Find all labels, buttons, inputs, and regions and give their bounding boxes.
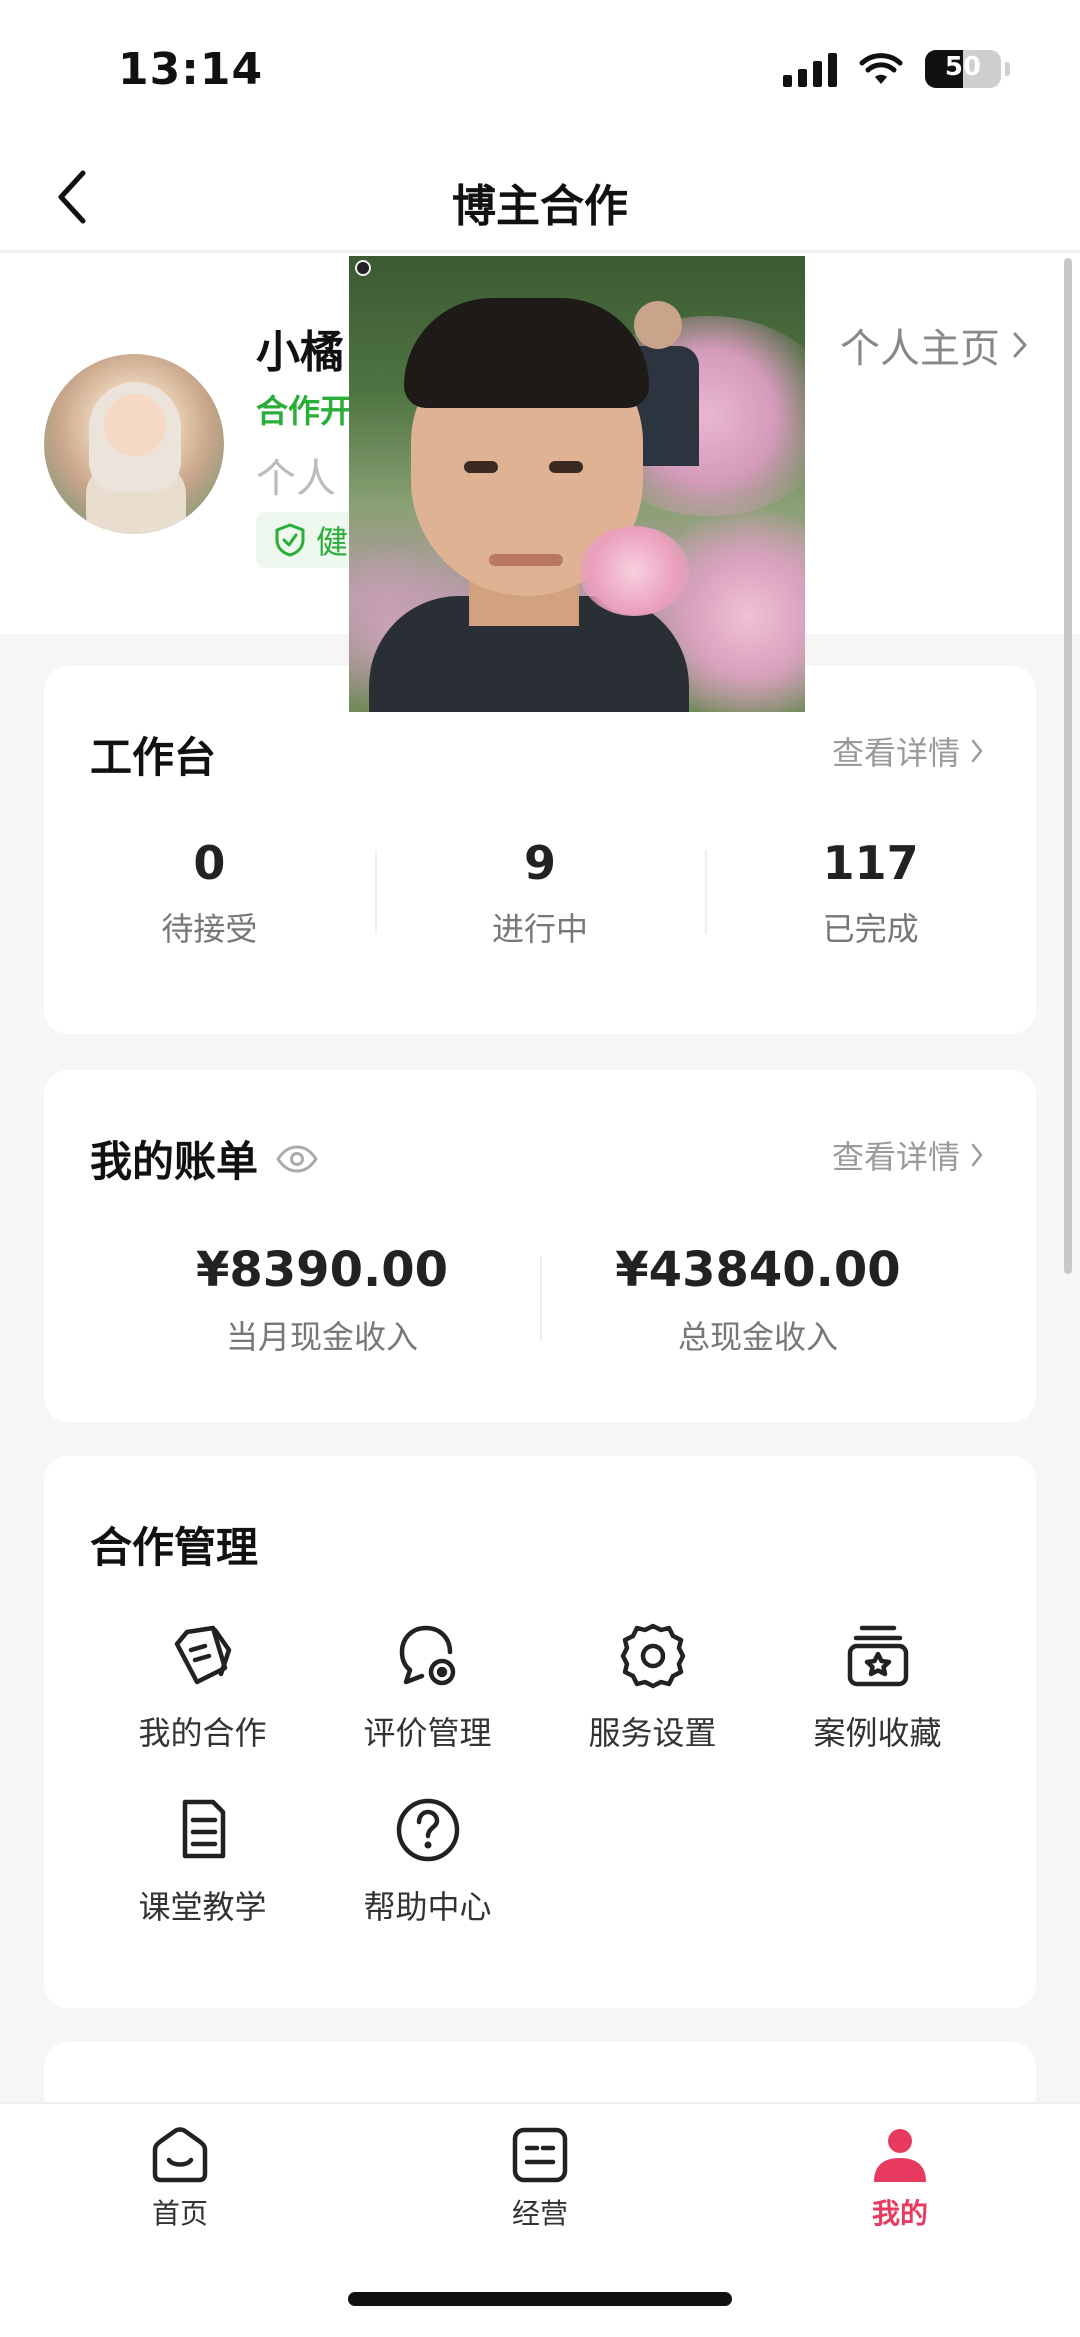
bill-figures: ¥8390.00 当月现金收入 ¥43840.00 总现金收入: [44, 1242, 1036, 1362]
service-settings-button[interactable]: 服务设置: [540, 1616, 765, 1754]
document-icon: [182, 1799, 225, 1859]
grid-label: 案例收藏: [813, 1714, 942, 1752]
cooperation-management-card: 合作管理 我的合作 评价管理 服务设置 案例收藏 课堂教学 帮助中心: [44, 1456, 1036, 2008]
cellular-signal-icon: [783, 51, 837, 87]
stat-value: 117: [822, 836, 919, 890]
personal-homepage-label: 个人主页: [840, 326, 1000, 372]
workbench-card: 工作台 查看详情 0 待接受 9 进行中 117 已完成: [44, 666, 1036, 1034]
tab-mine[interactable]: 我的: [800, 2124, 1000, 2232]
bill-value: ¥43840.00: [615, 1242, 901, 1298]
help-circle-icon: [396, 1798, 459, 1862]
person-icon: [874, 2129, 926, 2182]
workbench-detail-label: 查看详情: [831, 734, 960, 772]
bill-title-row: 我的账单: [90, 1128, 318, 1189]
bill-value: ¥8390.00: [195, 1242, 449, 1298]
stat-value: 9: [524, 836, 557, 890]
grid-label: 评价管理: [363, 1714, 492, 1752]
stat-label: 进行中: [492, 910, 589, 948]
stat-label: 待接受: [161, 910, 258, 948]
page-title: 博主合作: [452, 181, 628, 232]
bill-label: 当月现金收入: [225, 1318, 418, 1356]
tab-business[interactable]: 经营: [440, 2124, 640, 2232]
wifi-icon: [859, 53, 903, 84]
review-management-button[interactable]: 评价管理: [315, 1616, 540, 1754]
tags-icon: [174, 1625, 231, 1685]
eye-icon[interactable]: [276, 1144, 318, 1173]
chevron-right-icon: [971, 739, 983, 763]
battery-tip: [1005, 62, 1010, 76]
grid-label: 服务设置: [588, 1714, 717, 1752]
grid-label: 我的合作: [138, 1714, 267, 1752]
profile-intro: 个人: [256, 456, 336, 502]
help-center-button[interactable]: 帮助中心: [315, 1790, 540, 1928]
bill-label: 总现金收入: [677, 1318, 838, 1356]
nav-bar: 博主合作: [0, 140, 1080, 252]
stat-label: 已完成: [822, 910, 919, 948]
stat-in-progress[interactable]: 9 进行中: [374, 836, 706, 956]
tab-label: 我的: [871, 2197, 928, 2230]
avatar[interactable]: [44, 354, 224, 534]
bill-monthly-income: ¥8390.00 当月现金收入: [104, 1242, 540, 1362]
floating-video-window[interactable]: [349, 256, 805, 712]
management-title: 合作管理: [90, 1523, 259, 1572]
stat-completed[interactable]: 117 已完成: [705, 836, 1036, 956]
status-icons: 50: [783, 50, 1010, 88]
cooperation-status: 合作开: [256, 392, 353, 430]
bill-detail-link[interactable]: 查看详情: [832, 1132, 984, 1178]
battery-level: 50: [944, 52, 982, 82]
chevron-right-icon: [971, 1143, 983, 1167]
case-favorites-button[interactable]: 案例收藏: [765, 1616, 990, 1754]
gear-icon: [620, 1623, 685, 1689]
tab-label: 经营: [511, 2197, 568, 2230]
home-smile-icon: [152, 2127, 208, 2183]
classroom-teaching-button[interactable]: 课堂教学: [90, 1790, 315, 1928]
health-badge-label: 健: [316, 523, 349, 561]
workbench-stats: 0 待接受 9 进行中 117 已完成: [44, 836, 1036, 956]
bill-title: 我的账单: [90, 1137, 259, 1186]
bill-detail-label: 查看详情: [831, 1138, 960, 1176]
grid-label: 帮助中心: [363, 1888, 492, 1926]
camera-indicator-icon: [355, 260, 371, 276]
personal-homepage-link[interactable]: 个人主页: [840, 316, 1028, 374]
management-grid: 我的合作 评价管理 服务设置 案例收藏 课堂教学 帮助中心: [44, 1616, 1036, 1928]
bill-card: 我的账单 查看详情 ¥8390.00 当月现金收入 ¥43840.00 总现金收…: [44, 1070, 1036, 1422]
shield-check-icon: [275, 523, 305, 557]
my-cooperation-button[interactable]: 我的合作: [90, 1616, 315, 1754]
grid-label: 课堂教学: [138, 1888, 267, 1926]
status-time: 13:14: [118, 44, 264, 95]
profile-name: 小橘: [256, 327, 344, 378]
list-box-icon: [512, 2127, 568, 2183]
tab-label: 首页: [151, 2197, 208, 2230]
star-box-icon: [847, 1625, 908, 1687]
home-indicator[interactable]: [348, 2292, 732, 2306]
chevron-right-icon: [1013, 332, 1027, 358]
battery-icon: 50: [925, 50, 1001, 88]
stat-pending[interactable]: 0 待接受: [44, 836, 375, 956]
scrollbar[interactable]: [1064, 258, 1072, 1274]
bill-total-income: ¥43840.00 总现金收入: [540, 1242, 976, 1362]
review-bubble-icon: [399, 1625, 455, 1686]
screen: 13:14 50 博主合作 小橘 合作开 个人 健 个人主页 工作台 查看详情 …: [0, 0, 1080, 2337]
stat-value: 0: [193, 836, 226, 890]
workbench-title: 工作台: [90, 733, 217, 782]
workbench-detail-link[interactable]: 查看详情: [832, 728, 984, 774]
status-bar: 13:14 50: [0, 0, 1080, 140]
tab-home[interactable]: 首页: [80, 2124, 280, 2232]
